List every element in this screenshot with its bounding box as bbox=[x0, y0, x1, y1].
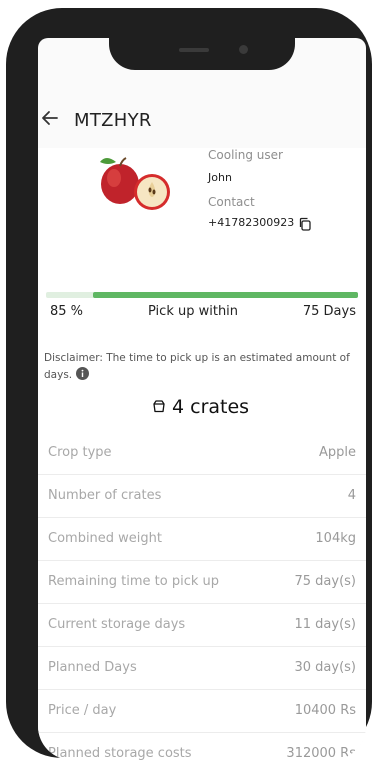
detail-key: Planned storage costs bbox=[48, 746, 192, 760]
cooling-user-value: John bbox=[208, 171, 232, 184]
detail-value: 11 day(s) bbox=[294, 617, 356, 632]
detail-key: Combined weight bbox=[48, 531, 163, 546]
detail-key: Number of crates bbox=[48, 488, 162, 503]
crates-count: 4 crates bbox=[172, 396, 250, 418]
details-table: Crop type Apple Number of crates 4 Combined … bbox=[38, 432, 366, 760]
detail-value: 75 day(s) bbox=[294, 574, 356, 589]
pickup-progress-fill bbox=[92, 292, 358, 298]
app-bar: MTZHYR bbox=[38, 82, 366, 149]
apple-image bbox=[96, 148, 176, 214]
arrow-left-icon[interactable] bbox=[40, 108, 60, 128]
contact-value: +41782300923 bbox=[208, 216, 295, 229]
disclaimer-text: Disclaimer: The time to pick up is an es… bbox=[44, 352, 350, 381]
detail-value: 4 bbox=[347, 488, 356, 503]
detail-row: Remaining time to pick up 75 day(s) bbox=[38, 561, 366, 604]
detail-value: 30 day(s) bbox=[294, 660, 356, 675]
contact-label: Contact bbox=[208, 195, 255, 209]
detail-row: Crop type Apple bbox=[38, 432, 366, 475]
detail-value: 312000 Rs bbox=[286, 746, 356, 760]
detail-key: Current storage days bbox=[48, 617, 186, 632]
crates-summary: 4 crates bbox=[152, 396, 249, 422]
detail-key: Remaining time to pick up bbox=[48, 574, 220, 589]
front-camera bbox=[239, 45, 248, 54]
crate-detail-card: Cooling user John Contact +41782300923 8… bbox=[38, 148, 366, 760]
speaker-grille bbox=[179, 48, 209, 52]
detail-value: Apple bbox=[318, 445, 356, 460]
detail-value: 104kg bbox=[315, 531, 356, 546]
detail-row: Planned storage costs 312000 Rs bbox=[38, 733, 366, 760]
detail-key: Crop type bbox=[48, 445, 112, 460]
app-screen: MTZHYR Cooling user John Contact +417823… bbox=[38, 38, 366, 760]
copy-icon[interactable] bbox=[298, 216, 312, 231]
crate-icon bbox=[152, 396, 166, 413]
pickup-label: Pick up within bbox=[148, 304, 239, 319]
disclaimer: Disclaimer: The time to pick up is an es… bbox=[44, 350, 362, 384]
progress-percent: 85 % bbox=[50, 304, 84, 319]
detail-key: Price / day bbox=[48, 703, 117, 718]
detail-row: Current storage days 11 day(s) bbox=[38, 604, 366, 647]
phone-frame: MTZHYR Cooling user John Contact +417823… bbox=[6, 8, 372, 760]
pickup-progress-row: 85 % Pick up within 75 Days bbox=[38, 304, 366, 324]
detail-row: Price / day 10400 Rs bbox=[38, 690, 366, 733]
detail-row: Number of crates 4 bbox=[38, 475, 366, 518]
info-icon[interactable] bbox=[76, 367, 90, 380]
cooling-user-label: Cooling user bbox=[208, 148, 283, 162]
pickup-progress-bar bbox=[46, 292, 358, 298]
pickup-days: 75 Days bbox=[302, 304, 356, 319]
detail-key: Planned Days bbox=[48, 660, 137, 675]
detail-value: 10400 Rs bbox=[294, 703, 356, 718]
phone-notch bbox=[109, 16, 295, 70]
detail-row: Planned Days 30 day(s) bbox=[38, 647, 366, 690]
detail-row: Combined weight 104kg bbox=[38, 518, 366, 561]
page-title: MTZHYR bbox=[74, 110, 152, 131]
